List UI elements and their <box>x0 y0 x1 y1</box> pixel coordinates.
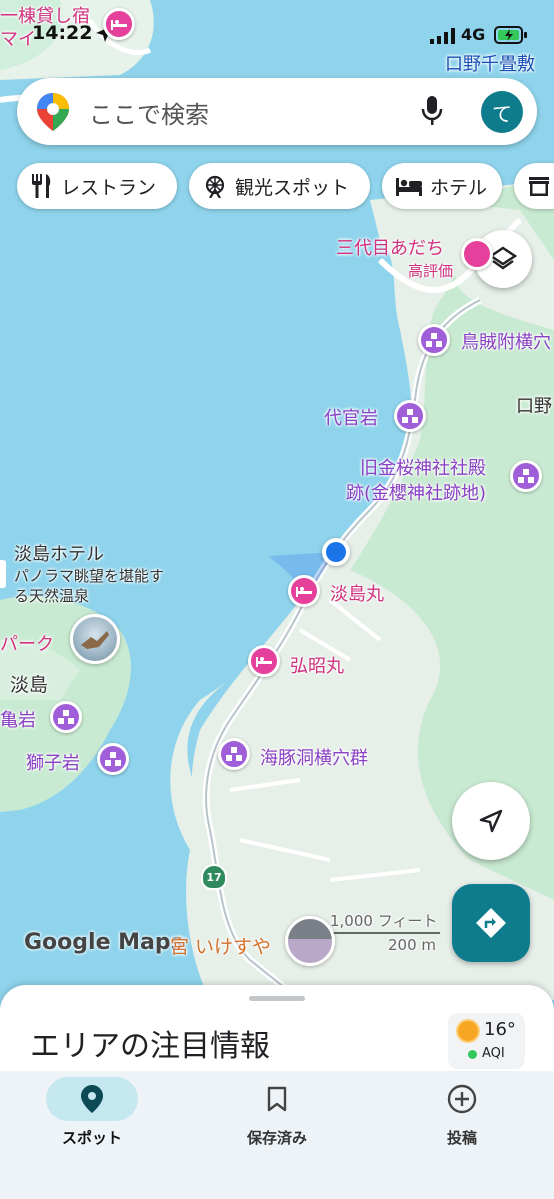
signal-icon <box>430 28 456 48</box>
bookmark-icon <box>267 1086 287 1112</box>
attraction-pin-kyukinsakura[interactable] <box>510 460 542 492</box>
map-label-awashima-hotel-sub2: る天然温泉 <box>14 587 90 605</box>
map-label-kyukinsakura-1[interactable]: 旧金桜神社社殿 <box>360 454 486 480</box>
map-label-awashima: 淡島 <box>10 674 49 696</box>
network-type: 4G <box>461 25 486 44</box>
aqi-label: AQI <box>482 1046 505 1061</box>
sheet-title: エリアの注目情報 <box>30 1029 270 1064</box>
map-label-awashima-hotel[interactable]: 淡島ホテル <box>14 540 104 566</box>
layers-icon <box>489 246 517 270</box>
hotel-icon <box>396 178 422 196</box>
map-label-kuchino: 口野 <box>516 396 552 417</box>
chip-label-attraction: 観光スポット <box>235 176 350 199</box>
nav-icon-wrap-contribute <box>447 1077 477 1121</box>
store-icon <box>529 177 549 196</box>
my-location-button[interactable] <box>452 782 530 860</box>
park-photo-pin[interactable] <box>70 614 120 664</box>
scale-label-meters: 200 m <box>388 936 437 954</box>
restaurant-icon <box>32 174 51 198</box>
chip-store[interactable] <box>514 163 554 209</box>
restaurant-pin-sandaime[interactable] <box>461 238 493 270</box>
directions-icon <box>476 908 506 938</box>
chip-attraction[interactable]: 観光スポット <box>189 163 370 209</box>
bottom-navigation: スポット 保存済み 投稿 <box>0 1071 554 1199</box>
directions-button[interactable] <box>452 884 530 962</box>
user-location-dot <box>322 538 350 566</box>
nav-label-contribute: 投稿 <box>446 1129 477 1147</box>
map-label-karasuzuke[interactable]: 鳥賊附横穴 <box>461 328 551 354</box>
attraction-pin-karasuzuke[interactable] <box>418 324 450 356</box>
google-maps-pin-icon <box>37 93 69 135</box>
sheet-drag-handle[interactable] <box>249 996 305 1001</box>
map-label-ikesuya[interactable]: 宮 いけすや <box>170 932 271 959</box>
route-number: 17 <box>206 870 222 884</box>
scale-bar <box>320 932 440 934</box>
hotel-pin-top[interactable] <box>103 8 135 40</box>
attraction-icon <box>205 175 225 198</box>
account-avatar[interactable]: て <box>481 91 523 133</box>
map-label-awashima-hotel-sub1: パノラマ眺望を堪能す <box>14 567 165 585</box>
map-label-kokumaru[interactable]: 弘昭丸 <box>290 652 344 678</box>
search-placeholder[interactable]: ここで検索 <box>89 95 209 130</box>
search-bar[interactable]: ここで検索 て <box>17 78 537 145</box>
map-label-shishiiwa[interactable]: 獅子岩 <box>26 749 80 775</box>
weather-card[interactable]: 16° AQI <box>448 1013 525 1069</box>
chip-label-restaurant: レストラン <box>61 176 157 199</box>
sun-icon <box>458 1021 478 1041</box>
map-label-top-hotel-2: マイ <box>0 29 36 50</box>
google-maps-logo: Google Maps <box>24 930 184 955</box>
attraction-pin-kameiwa[interactable] <box>50 701 82 733</box>
map-label-kyukinsakura-2: 跡(金櫻神社跡地) <box>346 483 487 504</box>
chip-restaurant[interactable]: レストラン <box>17 163 177 209</box>
chip-label-hotel: ホテル <box>430 176 488 199</box>
attraction-pin-iruka[interactable] <box>218 738 250 770</box>
microphone-icon[interactable] <box>421 96 443 130</box>
map-label-iruka[interactable]: 海豚洞横穴群 <box>260 744 368 770</box>
weather-temperature: 16° <box>484 1019 516 1040</box>
map-label-kameiwa[interactable]: 亀岩 <box>0 706 36 732</box>
hotel-pin-kokumaru[interactable] <box>248 645 280 677</box>
nav-item-saved[interactable]: 保存済み <box>185 1071 369 1171</box>
attraction-pin-shishiiwa[interactable] <box>97 743 129 775</box>
map-label-daikanwa[interactable]: 代官岩 <box>324 404 378 430</box>
ikesuya-photo-pin[interactable] <box>285 916 335 966</box>
avatar-initial: て <box>492 101 512 126</box>
chip-hotel[interactable]: ホテル <box>382 163 502 209</box>
nav-label-saved: 保存済み <box>246 1129 307 1147</box>
scale-label-feet: 1,000 フィート <box>330 912 438 930</box>
navigation-arrow-icon <box>479 809 503 833</box>
aqi-dot <box>468 1050 477 1059</box>
nav-label-spots: スポット <box>61 1129 122 1147</box>
nav-item-spots[interactable]: スポット <box>0 1071 184 1171</box>
battery-icon <box>494 25 528 49</box>
attraction-pin-daikanwa[interactable] <box>394 400 426 432</box>
place-icon <box>81 1085 103 1113</box>
nav-active-indicator <box>46 1077 138 1121</box>
map-label-sandaime-sub: 高評価 <box>408 262 454 280</box>
map-label-kuchinosenjojiki[interactable]: 口野千畳敷 <box>445 50 535 76</box>
route-shield: 17 <box>201 864 227 890</box>
hotel-pin-edge[interactable] <box>0 560 6 588</box>
map-label-sandaime[interactable]: 三代目あだち <box>336 234 444 260</box>
hotel-pin-awashimamaru[interactable] <box>288 575 320 607</box>
map-label-park[interactable]: パーク <box>0 630 54 656</box>
map-label-awashimamaru[interactable]: 淡島丸 <box>330 580 384 606</box>
nav-icon-wrap-saved <box>267 1077 287 1121</box>
add-circle-icon <box>447 1084 477 1114</box>
nav-item-contribute[interactable]: 投稿 <box>370 1071 554 1171</box>
